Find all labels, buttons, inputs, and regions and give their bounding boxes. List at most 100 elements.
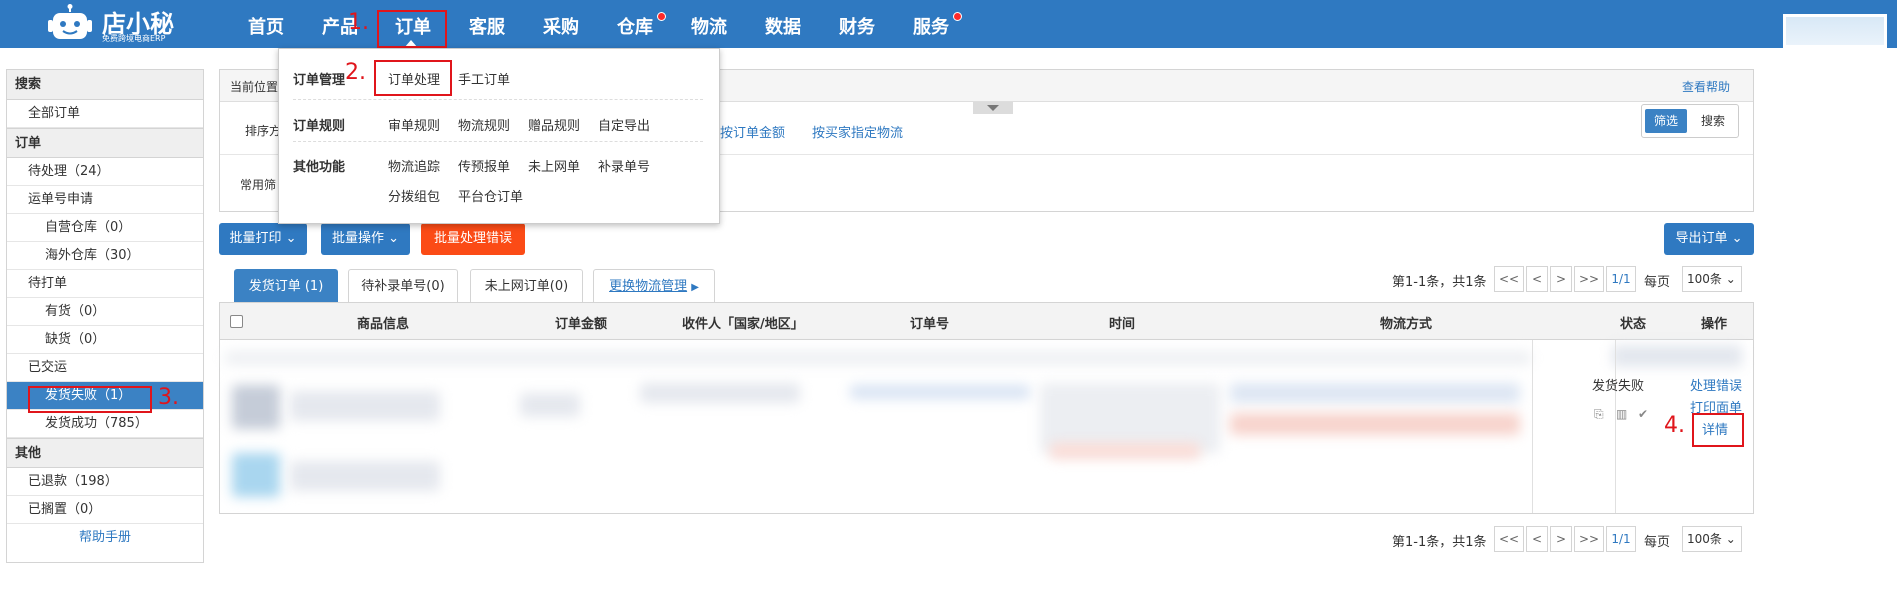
annotation-box-2 [374, 60, 452, 96]
menu-item-not-online[interactable]: 未上网单 [528, 156, 580, 175]
time-cell-warning [1050, 443, 1200, 459]
sidebar-item-shipping-success[interactable]: 发货成功（785） [7, 410, 203, 438]
sidebar-item-on-hold[interactable]: 已搁置（0） [7, 496, 203, 524]
sidebar-item-pending[interactable]: 待处理（24） [7, 158, 203, 186]
nav-data[interactable]: 数据 [765, 0, 801, 48]
sidebar-item-waybill-apply[interactable]: 运单号申请 [7, 186, 203, 214]
user-avatar[interactable] [1783, 14, 1887, 48]
nav-home[interactable]: 首页 [248, 0, 284, 48]
sort-by-amount-link[interactable]: 按订单金额 [720, 122, 785, 141]
sidebar-item-in-stock[interactable]: 有货（0） [7, 298, 203, 326]
copy-icon[interactable]: ⎘ [1594, 407, 1604, 422]
amount-cell [520, 393, 580, 417]
menu-item-allocation-package[interactable]: 分拨组包 [388, 186, 440, 205]
sidebar-item-to-print[interactable]: 待打单 [7, 270, 203, 298]
sidebar-item-count: （0） [67, 502, 102, 517]
menu-item-platform-warehouse-orders[interactable]: 平台仓订单 [458, 186, 523, 205]
filter-search-toggle: 筛选 搜索 [1641, 104, 1739, 138]
annotation-number-3: 3. [158, 385, 179, 410]
product-image [232, 453, 280, 497]
batch-operations-button[interactable]: 批量操作 ⌄ [321, 223, 410, 255]
search-toggle-button[interactable]: 搜索 [1692, 109, 1734, 133]
select-all-checkbox[interactable] [230, 315, 243, 328]
tab-change-logistics[interactable]: 更换物流管理 ▶ [593, 269, 715, 302]
nav-logistics[interactable]: 物流 [691, 0, 727, 48]
sidebar-item-out-of-stock[interactable]: 缺货（0） [7, 326, 203, 354]
collapse-toggle[interactable] [973, 102, 1013, 114]
menu-item-custom-export[interactable]: 自定导出 [598, 115, 650, 134]
pager-first-button[interactable]: << [1494, 266, 1524, 292]
menu-item-manual-order[interactable]: 手工订单 [458, 69, 510, 88]
sidebar-item-own-warehouse[interactable]: 自营仓库（0） [7, 214, 203, 242]
pager-next-button[interactable]: > [1550, 266, 1572, 292]
handle-error-link[interactable]: 处理错误 [1690, 375, 1742, 394]
sidebar-item-label: 发货成功 [45, 416, 98, 431]
tab-not-online[interactable]: 未上网订单(0) [470, 269, 583, 302]
menu-item-logistics-rules[interactable]: 物流规则 [458, 115, 510, 134]
sidebar-item-label: 海外仓库 [45, 248, 98, 263]
pager-per-page-label: 每页 [1644, 535, 1671, 550]
sidebar-item-shipped[interactable]: 已交运 [7, 354, 203, 382]
column-header-actions: 操作 [1701, 317, 1728, 332]
annotation-box-3 [28, 386, 152, 413]
checkmark-icon[interactable]: ✔ [1638, 407, 1648, 421]
row-info-bar [225, 351, 1531, 365]
top-nav-bar: 店小秘 免费跨境电商ERP 首页 产品 订单 客服 采购 仓库 物流 数据 财务… [0, 0, 1897, 48]
sidebar-item-count: （24） [67, 164, 110, 179]
column-header-logistics: 物流方式 [1380, 317, 1433, 332]
menu-item-review-rules[interactable]: 审单规则 [388, 115, 440, 134]
pager-prev-button[interactable]: < [1526, 526, 1548, 552]
column-header-product: 商品信息 [357, 317, 410, 332]
menu-item-logistics-tracking[interactable]: 物流追踪 [388, 156, 440, 175]
annotation-number-1: 1. [348, 10, 369, 35]
pager-first-button[interactable]: << [1494, 526, 1524, 552]
menu-item-upload-forecast[interactable]: 传预报单 [458, 156, 510, 175]
sidebar-item-label: 已交运 [28, 360, 68, 375]
help-link[interactable]: 查看帮助 [1682, 78, 1730, 95]
column-header-status: 状态 [1620, 317, 1647, 332]
sidebar-item-count: （0） [71, 304, 106, 319]
pager-per-page-select[interactable]: 100条 ⌄ [1682, 266, 1742, 292]
batch-handle-errors-button[interactable]: 批量处理错误 [421, 223, 525, 255]
sidebar-item-refunded[interactable]: 已退款（198） [7, 468, 203, 496]
sidebar-help-link[interactable]: 帮助手册 [7, 524, 203, 552]
sidebar-item-label: 缺货 [45, 332, 72, 347]
menu-item-supplement-number[interactable]: 补录单号 [598, 156, 650, 175]
pager-current-page: 1/1 [1606, 266, 1636, 292]
product-text [290, 391, 440, 421]
pager-top: 第1-1条，共1条 << < > >> 1/1 每页 100条 ⌄ [1392, 266, 1754, 292]
export-orders-button[interactable]: 导出订单 ⌄ [1664, 223, 1754, 255]
tab-shipping-orders[interactable]: 发货订单 (1) [234, 269, 338, 302]
status-text: 发货失败 [1592, 379, 1645, 394]
nav-customer-service[interactable]: 客服 [469, 0, 505, 48]
tab-pending-waybill[interactable]: 待补录单号(0) [348, 269, 458, 302]
pager-prev-button[interactable]: < [1526, 266, 1548, 292]
menu-item-gift-rules[interactable]: 赠品规则 [528, 115, 580, 134]
brand-logo[interactable]: 店小秘 免费跨境电商ERP [48, 2, 178, 44]
product-image [232, 385, 280, 429]
filter-toggle-button[interactable]: 筛选 [1645, 109, 1687, 133]
column-header-order-number: 订单号 [910, 317, 950, 332]
annotation-box-4 [1692, 413, 1744, 447]
sort-label: 排序方 [245, 124, 282, 138]
chevron-down-icon: ⌄ [1725, 532, 1736, 546]
warehouse-notification-dot [657, 12, 666, 21]
nav-purchasing[interactable]: 采购 [543, 0, 579, 48]
batch-print-button[interactable]: 批量打印 ⌄ [219, 223, 307, 255]
pager-last-button[interactable]: >> [1574, 266, 1604, 292]
logistics-cell [1230, 383, 1520, 403]
sort-by-buyer-logistics-link[interactable]: 按买家指定物流 [812, 122, 903, 141]
sidebar-item-count: （198） [67, 474, 118, 489]
barcode-icon[interactable]: ▥ [1616, 407, 1627, 421]
nav-services[interactable]: 服务 [913, 0, 949, 48]
sidebar-item-overseas-warehouse[interactable]: 海外仓库（30） [7, 242, 203, 270]
nav-warehouse[interactable]: 仓库 [617, 0, 653, 48]
recipient-cell [640, 383, 800, 403]
pager-per-page-select[interactable]: 100条 ⌄ [1682, 526, 1742, 552]
annotation-number-2: 2. [345, 60, 366, 85]
sidebar-item-all-orders[interactable]: 全部订单 [7, 100, 203, 128]
pager-last-button[interactable]: >> [1574, 526, 1604, 552]
nav-finance[interactable]: 财务 [839, 0, 875, 48]
sidebar: 搜索 全部订单 订单 待处理（24） 运单号申请 自营仓库（0） 海外仓库（30… [6, 69, 204, 563]
pager-next-button[interactable]: > [1550, 526, 1572, 552]
